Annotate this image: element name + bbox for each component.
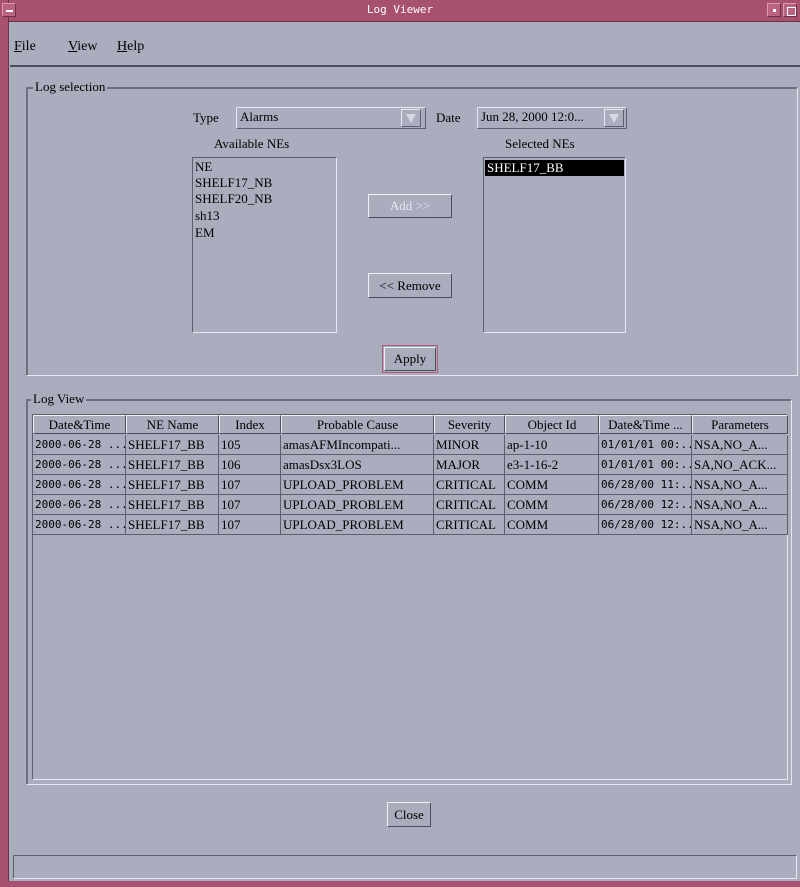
table-row[interactable]: 2000-06-28 ... SHELF17_BB 107 UPLOAD_PRO… [33,475,788,495]
available-ne-item[interactable]: SHELF20_NB [195,191,272,207]
menu-view-mnemonic: V [68,39,78,54]
available-ne-item[interactable]: SHELF17_NB [195,175,272,191]
minimize-icon[interactable] [767,3,781,17]
menu-help-label: elp [127,39,145,54]
column-header-severity[interactable]: Severity [434,415,505,434]
cell-index: 106 [219,455,281,475]
cell-parameters: NSA,NO_A... [692,435,788,455]
cell-datetime: 2000-06-28 ... [33,435,126,455]
cell-datetime-2: 06/28/00 11:... [599,475,692,495]
log-view-label: Log View [31,391,87,407]
cell-datetime: 2000-06-28 ... [33,475,126,495]
cell-index: 107 [219,495,281,515]
available-ne-item[interactable]: EM [195,225,215,241]
cell-ne-name: SHELF17_BB [126,515,219,535]
cell-probable-cause: amasDsx3LOS [281,455,434,475]
column-header-datetime-2[interactable]: Date&Time ... [599,415,692,434]
cell-datetime-2: 01/01/01 00:... [599,455,692,475]
cell-severity: CRITICAL [434,495,505,515]
available-nes-label: Available NEs [214,136,290,151]
cell-object-id: COMM [505,515,599,535]
type-value: Alarms [240,109,279,124]
cell-severity: MINOR [434,435,505,455]
menu-help[interactable]: Help [117,39,144,55]
cell-datetime: 2000-06-28 ... [33,495,126,515]
menu-file-label: ile [21,39,36,54]
window-frame-bottom [0,881,800,887]
date-combo[interactable]: Jun 28, 2000 12:0... [477,107,627,129]
column-header-ne-name[interactable]: NE Name [126,415,219,434]
log-selection-group [26,87,798,376]
cell-ne-name: SHELF17_BB [126,455,219,475]
table-row[interactable]: 2000-06-28 ... SHELF17_BB 105 amasAFMInc… [33,435,788,455]
menu-view-label: iew [77,39,98,54]
column-header-object-id[interactable]: Object Id [505,415,599,434]
menu-help-mnemonic: H [117,39,128,54]
cell-object-id: e3-1-16-2 [505,455,599,475]
selected-ne-item[interactable]: SHELF17_BB [485,160,624,176]
table-row[interactable]: 2000-06-28 ... SHELF17_BB 107 UPLOAD_PRO… [33,515,788,535]
status-bar [13,855,797,879]
log-table[interactable]: Date&Time NE Name Index Probable Cause S… [32,414,788,780]
available-nes-list[interactable]: NE SHELF17_NB SHELF20_NB sh13 EM [192,157,337,333]
maximize-icon[interactable] [783,3,797,17]
cell-datetime: 2000-06-28 ... [33,455,126,475]
cell-datetime-2: 06/28/00 12:... [599,495,692,515]
cell-severity: CRITICAL [434,515,505,535]
type-combo[interactable]: Alarms [236,107,426,129]
date-label: Date [436,110,461,125]
table-row[interactable]: 2000-06-28 ... SHELF17_BB 106 amasDsx3LO… [33,455,788,475]
selected-nes-label: Selected NEs [505,136,575,151]
column-header-index[interactable]: Index [219,415,281,434]
column-header-parameters[interactable]: Parameters [692,415,788,434]
close-button[interactable]: Close [387,802,431,827]
cell-probable-cause: amasAFMIncompati... [281,435,434,455]
cell-index: 107 [219,515,281,535]
cell-object-id: COMM [505,495,599,515]
cell-index: 105 [219,435,281,455]
cell-parameters: NSA,NO_A... [692,475,788,495]
log-selection-label: Log selection [33,79,108,95]
cell-ne-name: SHELF17_BB [126,495,219,515]
type-dropdown-arrow-icon[interactable] [401,109,421,127]
window-title: Log Viewer [366,3,434,16]
cell-datetime: 2000-06-28 ... [33,515,126,535]
cell-severity: MAJOR [434,455,505,475]
available-ne-item[interactable]: sh13 [195,208,220,224]
apply-button[interactable]: Apply [382,345,438,373]
cell-probable-cause: UPLOAD_PROBLEM [281,475,434,495]
cell-ne-name: SHELF17_BB [126,475,219,495]
menu-file-mnemonic: F [14,39,22,54]
type-label: Type [193,110,219,125]
cell-index: 107 [219,475,281,495]
cell-parameters: NSA,NO_A... [692,495,788,515]
column-header-probable-cause[interactable]: Probable Cause [281,415,434,434]
selected-nes-list[interactable]: SHELF17_BB [483,157,626,333]
date-dropdown-arrow-icon[interactable] [604,109,624,127]
cell-probable-cause: UPLOAD_PROBLEM [281,495,434,515]
table-row[interactable]: 2000-06-28 ... SHELF17_BB 107 UPLOAD_PRO… [33,495,788,515]
cell-datetime-2: 01/01/01 00:... [599,435,692,455]
remove-button[interactable]: << Remove [368,273,452,298]
add-button[interactable]: Add >> [368,194,452,218]
cell-object-id: COMM [505,475,599,495]
cell-ne-name: SHELF17_BB [126,435,219,455]
date-value: Jun 28, 2000 12:0... [481,109,584,124]
window-menu-icon[interactable] [2,3,16,17]
cell-probable-cause: UPLOAD_PROBLEM [281,515,434,535]
column-header-datetime[interactable]: Date&Time [33,415,126,434]
cell-parameters: SA,NO_ACK... [692,455,788,475]
menu-file[interactable]: File [14,39,36,55]
cell-datetime-2: 06/28/00 12:... [599,515,692,535]
cell-object-id: ap-1-10 [505,435,599,455]
cell-severity: CRITICAL [434,475,505,495]
window-frame-left [0,0,9,887]
available-ne-item[interactable]: NE [195,159,212,175]
menu-view[interactable]: View [68,39,98,55]
cell-parameters: NSA,NO_A... [692,515,788,535]
